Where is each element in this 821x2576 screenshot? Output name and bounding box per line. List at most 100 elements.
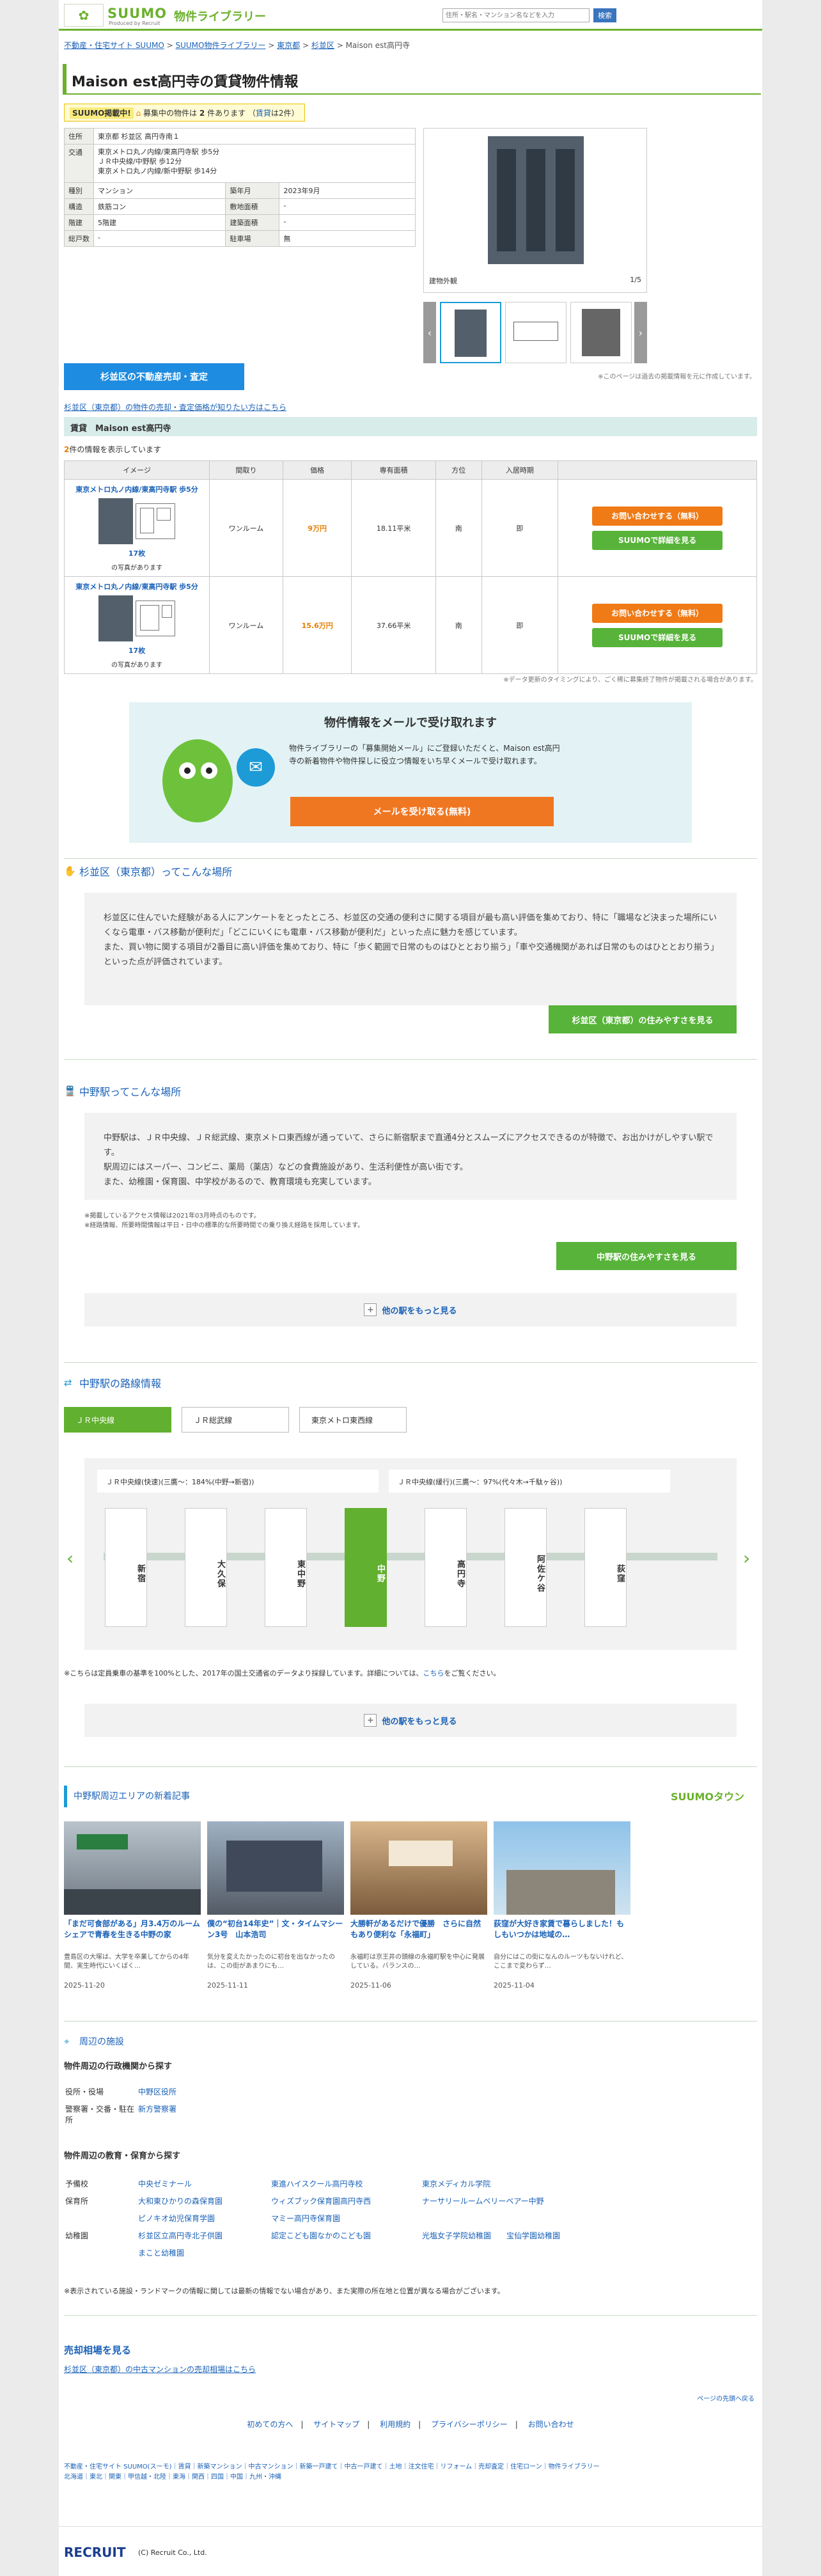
inquiry-button[interactable]: お問い合わせする（無料） — [592, 506, 723, 526]
note-link[interactable]: こちら — [423, 1669, 444, 1677]
building-thumb[interactable] — [98, 498, 134, 544]
station-stop[interactable]: 阿佐ケ谷 — [504, 1508, 547, 1627]
access-notes: ※掲載しているアクセス情報は2021年03月時点のものです。 ※経路情報、所要時… — [84, 1211, 364, 1230]
footer-link-row[interactable]: 不動産・住宅サイト SUUMO(スーモ)｜賃貸｜新築マンション｜中古マンション｜… — [64, 2462, 757, 2472]
photo-count-link[interactable]: 17枚 — [68, 645, 205, 656]
footer-link[interactable]: 初めての方へ — [247, 2420, 293, 2429]
facility-link[interactable]: ウィズブック保育園高円寺西 — [271, 2197, 371, 2206]
facility-link[interactable]: ピノキオ幼児保育学園 — [138, 2214, 215, 2223]
next-photo-button[interactable]: › — [634, 302, 647, 363]
search-button[interactable]: 検索 — [593, 8, 616, 22]
facility-link[interactable]: 光塩女子学院幼稚園 — [422, 2231, 491, 2240]
edu-table: 予備校 中央ゼミナール 東進ハイスクール高円寺校 東京メディカル学院 保育所 大… — [64, 2174, 703, 2262]
facility-link[interactable]: まこと幼稚園 — [138, 2249, 184, 2258]
facility-link[interactable]: 大和東ひかりの森保育園 — [138, 2197, 223, 2206]
direction-cell: 南 — [435, 479, 482, 577]
facility-link[interactable]: 認定こども園なかのこども園 — [271, 2231, 371, 2240]
facility-link[interactable]: 中野区役所 — [138, 2087, 176, 2096]
footer-link[interactable]: プライバシーポリシー — [431, 2420, 508, 2429]
station-stop[interactable]: 新宿 — [105, 1508, 147, 1627]
news-card[interactable]: 「まだ可食部がある」月3.4万のルームシェアで青春を生きる中野の家 豊島区の大塚… — [64, 1821, 201, 1990]
breadcrumb-link[interactable]: 東京都 — [277, 41, 300, 50]
news-date: 2025-11-06 — [350, 1981, 391, 1990]
station-route-map: ＪＲ中央線(快速)(三鷹～：184%(中野→新宿)) ＪＲ中央線(緩行)(三鷹～… — [84, 1458, 737, 1650]
facility-link[interactable]: ナーサリールームベリーベアー中野 — [422, 2197, 544, 2206]
breadcrumb-link[interactable]: 不動産・住宅サイト SUUMO — [64, 41, 164, 50]
footer-link-row[interactable]: 北海道｜東北｜関東｜甲信越・北陸｜東海｜関西｜四国｜中国｜九州・沖縄 — [64, 2472, 757, 2483]
column-header: 入居時期 — [481, 460, 559, 480]
thumbnail[interactable] — [505, 302, 567, 363]
footer-link[interactable]: サイトマップ — [313, 2420, 359, 2429]
tab-line[interactable]: ＪＲ中央線 — [64, 1407, 171, 1433]
listing-link[interactable]: 東京メトロ丸ノ内線/東高円寺駅 歩5分 — [68, 581, 205, 592]
chevron-left-icon[interactable]: ‹ — [66, 1548, 74, 1569]
station-stop[interactable]: 大久保 — [185, 1508, 227, 1627]
suumo-mascot-logo[interactable]: ✿ — [64, 4, 104, 27]
facility-link[interactable]: 杉並区立高円寺北子供園 — [138, 2231, 223, 2240]
news-card[interactable]: 荻窪が大好き家賃で暮らしました！もしもいつかは地域の… 自分にはこの街になんのル… — [494, 1821, 630, 1990]
listing-link[interactable]: 東京メトロ丸ノ内線/東高円寺駅 歩5分 — [68, 484, 205, 494]
inquiry-button[interactable]: お問い合わせする（無料） — [592, 603, 723, 623]
tab-line[interactable]: ＪＲ総武線 — [182, 1407, 289, 1433]
suumo-detail-button[interactable]: SUUMOで詳細を見る — [592, 530, 723, 550]
building-thumb[interactable] — [98, 595, 134, 641]
info-value: - — [279, 198, 416, 215]
rent-link[interactable]: 賃貸 — [256, 109, 271, 118]
fac-label: 幼稚園 — [65, 2231, 89, 2240]
sell-assessment-button[interactable]: 杉並区の不動産売却・査定 — [64, 363, 244, 390]
floorplan-thumb[interactable] — [136, 601, 176, 636]
recruit-logo[interactable]: RECRUIT — [64, 2545, 125, 2560]
news-card[interactable]: 僕の“初台14年史”｜文・タイムマシーン3号 山本浩司 気分を変えたかったのに初… — [207, 1821, 344, 1990]
thumbnail[interactable] — [440, 302, 501, 363]
info-label: 構造 — [64, 198, 94, 215]
chevron-right-icon[interactable]: › — [743, 1548, 750, 1569]
thumbnail[interactable] — [570, 302, 632, 363]
more-stations-button[interactable]: + 他の駅をもっと見る — [84, 1704, 737, 1737]
tab-line[interactable]: 東京メトロ東西線 — [299, 1407, 407, 1433]
suumo-logo[interactable]: SUUMO — [107, 6, 167, 21]
facility-link[interactable]: 宝仙学園幼稚園 — [506, 2231, 560, 2240]
footer-link[interactable]: お問い合わせ — [528, 2420, 574, 2429]
more-stations-button[interactable]: + 他の駅をもっと見る — [84, 1293, 737, 1326]
photo-count-suffix: の写真があります — [111, 662, 163, 669]
station-stop[interactable]: 東中野 — [265, 1508, 307, 1627]
news-card[interactable]: 大勝軒があるだけで優勝 さらに自然もあり便利な「永福町」 永福町は京王井の頭線の… — [350, 1821, 487, 1990]
column-header — [558, 460, 757, 480]
news-title-link[interactable]: 荻窪が大好き家賃で暮らしました！もしもいつかは地域の… — [494, 1919, 630, 1952]
news-desc: 豊島区の大塚は、大学を卒業してからの4年間、実生時代にいくばく… — [64, 1954, 190, 1970]
news-title-link[interactable]: 大勝軒があるだけで優勝 さらに自然もあり便利な「永福町」 — [350, 1919, 487, 1952]
facility-link[interactable]: マミー高円寺保育園 — [271, 2214, 340, 2223]
layout-cell: ワンルーム — [209, 479, 283, 577]
facility-link[interactable]: 東進ハイスクール高円寺校 — [271, 2179, 363, 2188]
station-stop[interactable]: 荻窪 — [584, 1508, 627, 1627]
prev-photo-button[interactable]: ‹ — [423, 302, 436, 363]
divider — [64, 858, 757, 859]
news-image[interactable] — [494, 1821, 630, 1915]
sale-price-link[interactable]: 杉並区（東京都）の中古マンションの売却相場はこちら — [64, 2364, 256, 2375]
main-photo[interactable]: 建物外観 1/5 — [423, 128, 647, 293]
footer-link[interactable]: 利用規約 — [380, 2420, 410, 2429]
news-title-link[interactable]: 「まだ可食部がある」月3.4万のルームシェアで青春を生きる中野の家 — [64, 1919, 201, 1952]
livability-button[interactable]: 杉並区（東京都）の住みやすさを見る — [549, 1005, 737, 1033]
sell-price-link[interactable]: 杉並区（東京都）の物件の売却・査定価格が知りたい方はこちら — [64, 402, 286, 412]
news-image[interactable] — [350, 1821, 487, 1915]
breadcrumb-link[interactable]: 杉並区 — [311, 41, 334, 50]
news-image[interactable] — [207, 1821, 344, 1915]
station-stop[interactable]: 高円寺 — [425, 1508, 467, 1627]
facility-link[interactable]: 中央ゼミナール — [138, 2179, 192, 2188]
facility-link[interactable]: 東京メディカル学院 — [422, 2179, 490, 2188]
search-input[interactable] — [442, 8, 590, 22]
mail-signup-button[interactable]: メールを受け取る(無料) — [290, 797, 554, 826]
facility-link[interactable]: 新方警察署 — [138, 2105, 176, 2114]
photo-count-link[interactable]: 17枚 — [68, 548, 205, 558]
breadcrumb-link[interactable]: SUUMO物件ライブラリー — [176, 41, 266, 50]
news-title-link[interactable]: 僕の“初台14年史”｜文・タイムマシーン3号 山本浩司 — [207, 1919, 344, 1952]
station-stop-current[interactable]: 中野 — [345, 1508, 387, 1627]
direction-cell: 南 — [435, 576, 482, 674]
floorplan-thumb[interactable] — [136, 503, 176, 539]
page-top-link[interactable]: ページの先頭へ戻る — [697, 2393, 755, 2403]
divider — [64, 1766, 757, 1767]
suumo-detail-button[interactable]: SUUMOで詳細を見る — [592, 627, 723, 647]
station-livability-button[interactable]: 中野駅の住みやすさを見る — [556, 1242, 737, 1270]
news-image[interactable] — [64, 1821, 201, 1915]
